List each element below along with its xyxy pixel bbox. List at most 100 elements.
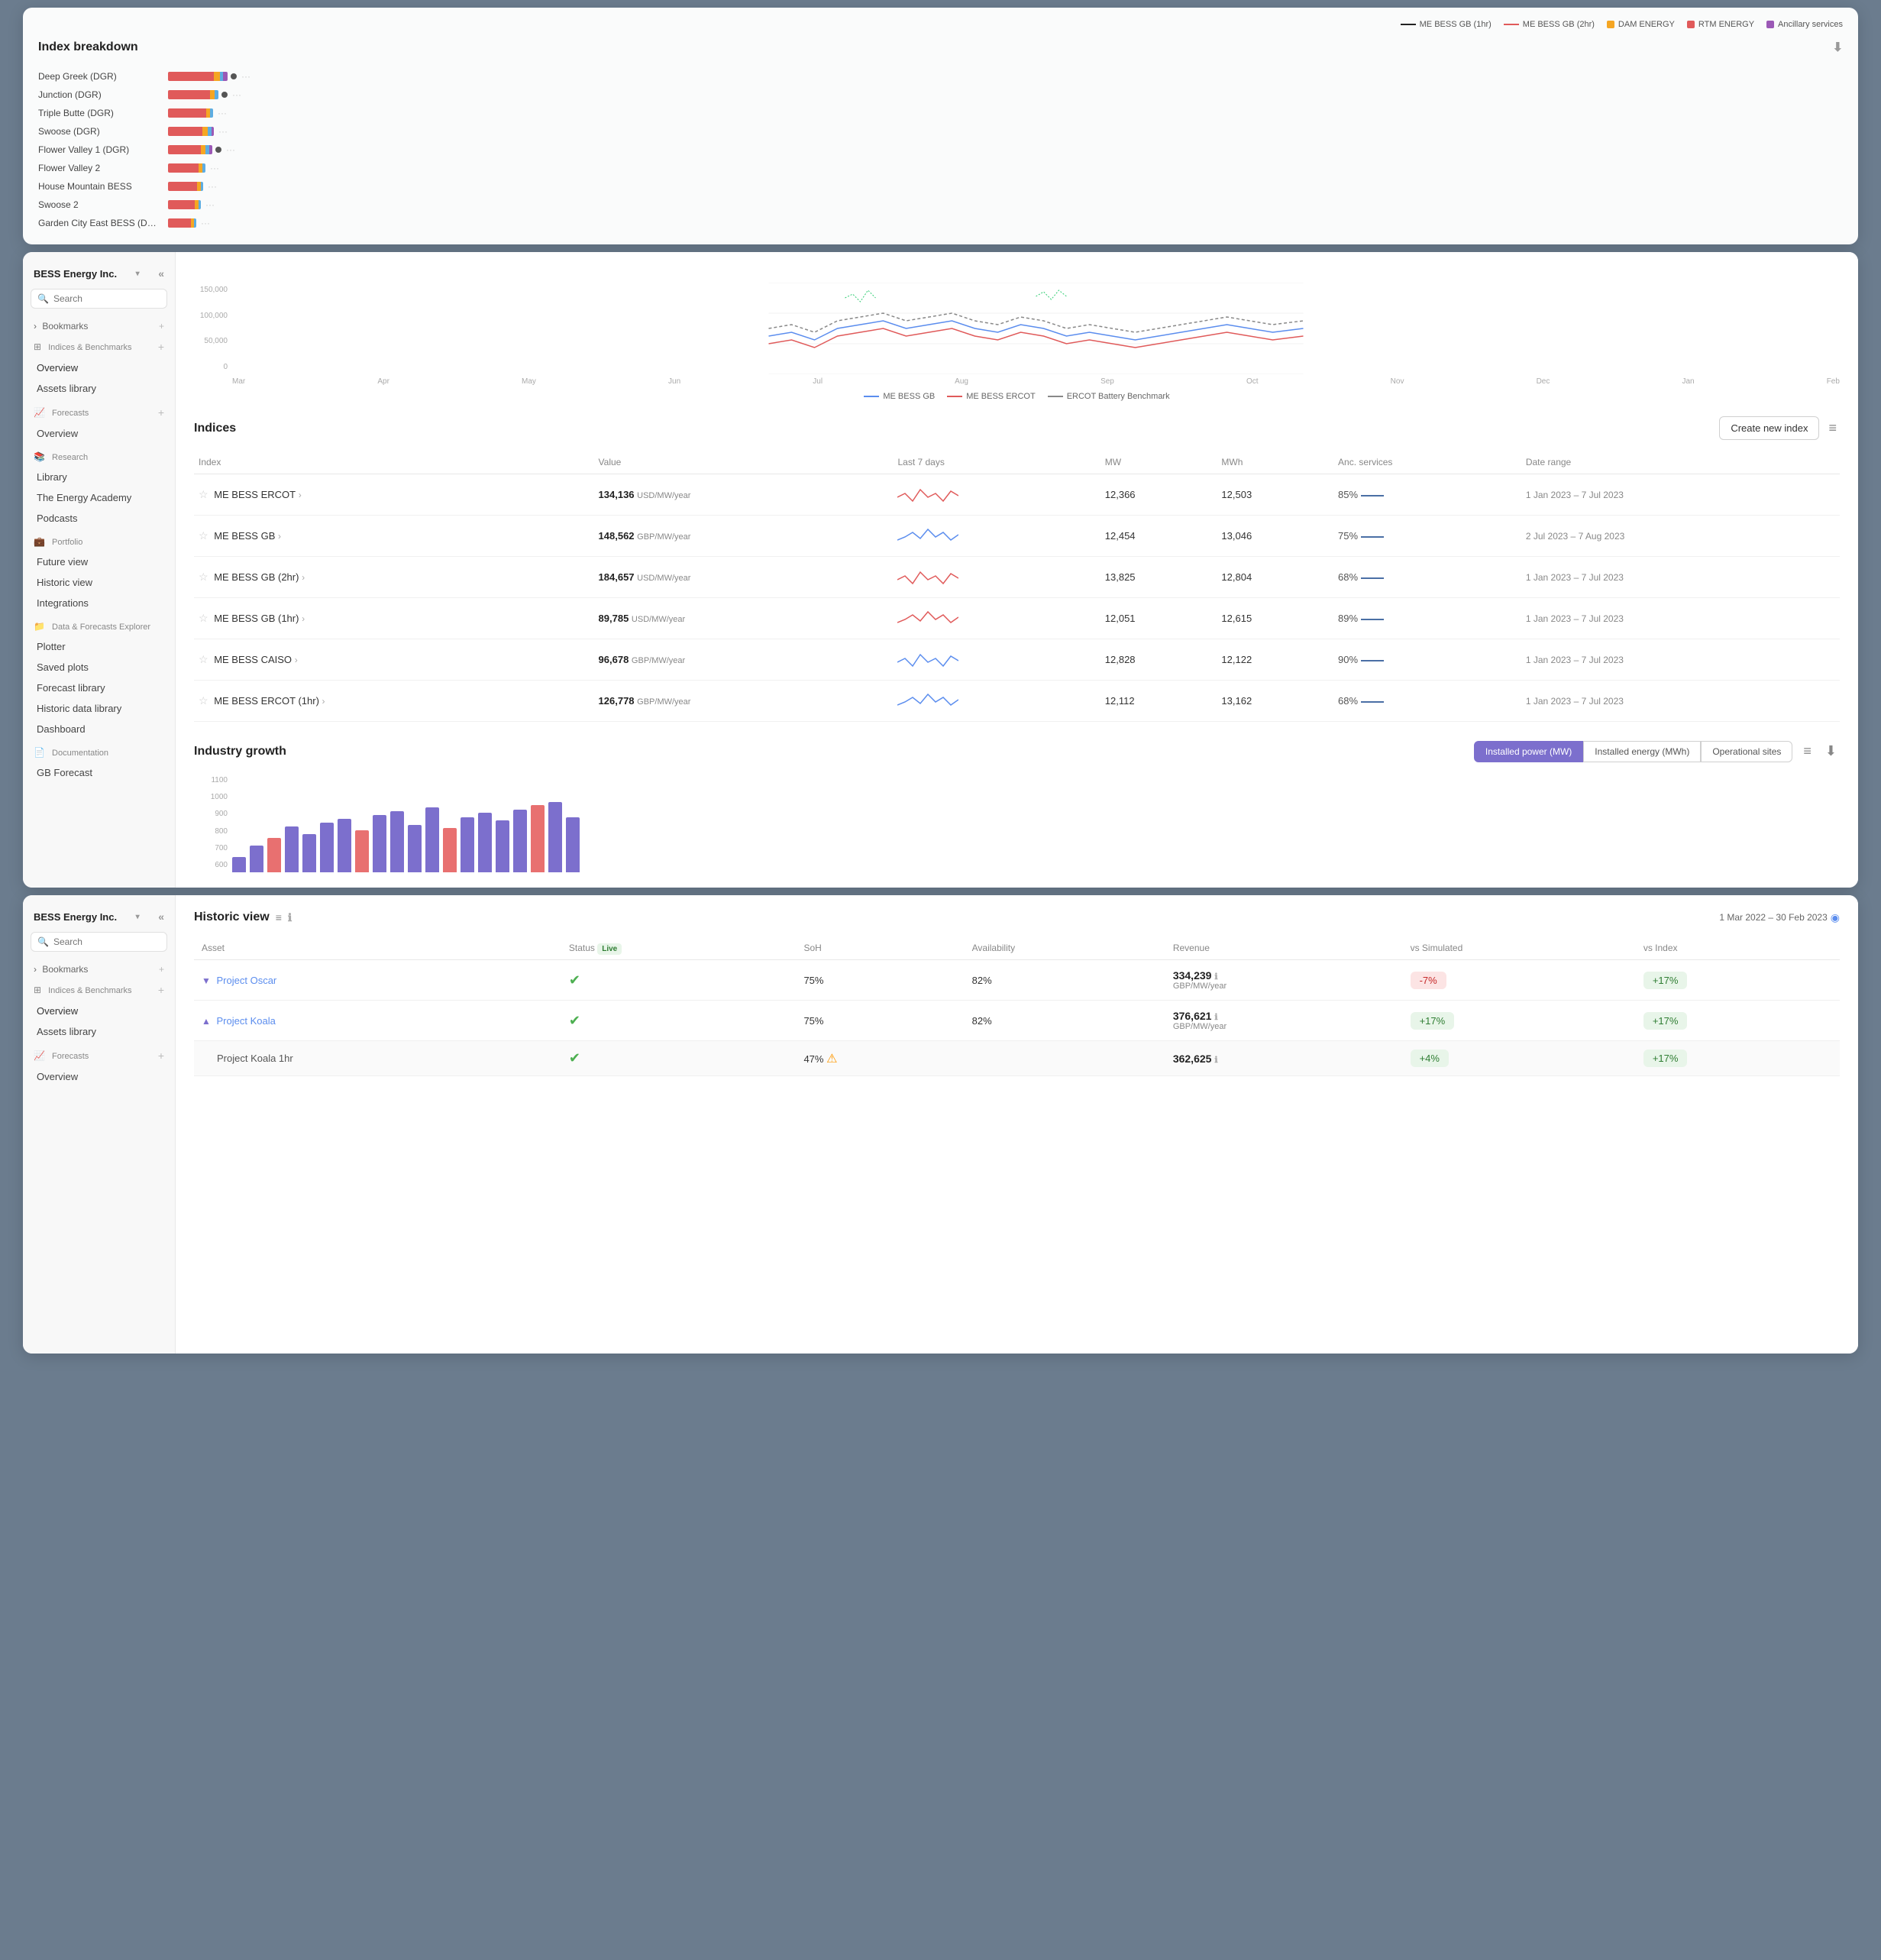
koala-project-link[interactable]: Project Koala <box>217 1015 276 1027</box>
indices-header-2[interactable]: ⊞ Indices & Benchmarks + <box>23 979 175 1001</box>
explorer-header-1[interactable]: 📁 Data & Forecasts Explorer <box>23 616 175 636</box>
search-input-2[interactable] <box>53 936 160 947</box>
collapse-btn-1[interactable]: « <box>158 267 164 280</box>
sidebar-item-forecast-library-1[interactable]: Forecast library <box>23 678 175 698</box>
star-icon-2[interactable]: ☆ <box>199 571 208 583</box>
add-indices-icon-1[interactable]: + <box>158 341 164 353</box>
koala1hr-vs-simulated: +4% <box>1403 1041 1636 1076</box>
idx-name-5: ☆ ME BESS ERCOT (1hr) › <box>194 681 594 722</box>
forecasts-header-1[interactable]: 📈 Forecasts + <box>23 402 175 423</box>
koala-status-check: ✔ <box>569 1013 580 1028</box>
sidebar-item-plotter-1[interactable]: Plotter <box>23 636 175 657</box>
legend-line-1 <box>1401 24 1416 25</box>
bookmarks-item-1[interactable]: › Bookmarks + <box>23 316 175 336</box>
sidebar-item-overview-forecasts-2[interactable]: Overview <box>23 1066 175 1087</box>
star-icon-5[interactable]: ☆ <box>199 694 208 707</box>
add-forecasts-icon-1[interactable]: + <box>158 406 164 419</box>
sidebar-item-library-1[interactable]: Library <box>23 467 175 487</box>
collapse-btn-2[interactable]: « <box>158 910 164 923</box>
docs-icon-1: 📄 <box>34 747 45 758</box>
date-range-expand-icon[interactable]: ◉ <box>1831 911 1840 924</box>
company-name-1[interactable]: BESS Energy Inc. ▾ « <box>23 261 175 289</box>
tab-installed-power[interactable]: Installed power (MW) <box>1474 741 1583 762</box>
bar-segment-6-2 <box>201 182 203 191</box>
bar-segment-8-0 <box>168 218 191 228</box>
breakdown-menu-6[interactable]: ··· <box>208 181 217 192</box>
sidebar-item-historic-data-1[interactable]: Historic data library <box>23 698 175 719</box>
koala-revenue: 376,621 ℹ GBP/MW/year <box>1165 1001 1403 1041</box>
sidebar-item-assets-library-1[interactable]: Assets library <box>23 378 175 399</box>
search-bar-1[interactable]: 🔍 <box>31 289 167 309</box>
breakdown-menu-5[interactable]: ··· <box>210 163 219 173</box>
filter-button[interactable]: ≡ <box>1825 417 1840 439</box>
breakdown-menu-1[interactable]: ··· <box>232 89 241 100</box>
sidebar-item-integrations-1[interactable]: Integrations <box>23 593 175 613</box>
breakdown-row-5: Flower Valley 2 ··· <box>38 159 1843 177</box>
portfolio-header-1[interactable]: 💼 Portfolio <box>23 532 175 551</box>
add-bookmark-icon-1[interactable]: + <box>159 321 164 332</box>
sidebar-item-historic-view-1[interactable]: Historic view <box>23 572 175 593</box>
oscar-expand-icon[interactable]: ▼ <box>202 975 211 986</box>
breakdown-menu-3[interactable]: ··· <box>218 126 228 137</box>
koala-soh: 75% <box>796 1001 964 1041</box>
sidebar-item-gb-forecast-1[interactable]: GB Forecast <box>23 762 175 783</box>
company-name-2[interactable]: BESS Energy Inc. ▾ « <box>23 904 175 932</box>
time-series-chart: 150,000 100,000 50,000 0 <box>194 283 1840 401</box>
tab-operational-sites[interactable]: Operational sites <box>1701 741 1792 762</box>
star-icon-3[interactable]: ☆ <box>199 612 208 624</box>
anc-line-0 <box>1361 495 1384 496</box>
breakdown-menu-4[interactable]: ··· <box>226 144 235 155</box>
docs-header-1[interactable]: 📄 Documentation <box>23 742 175 762</box>
sidebar-item-dashboard-1[interactable]: Dashboard <box>23 719 175 739</box>
research-header-1[interactable]: 📚 Research <box>23 447 175 467</box>
historic-settings-icon[interactable]: ≡ <box>276 911 282 923</box>
idx-chart-2 <box>893 557 1100 598</box>
growth-download-btn[interactable]: ⬇ <box>1822 740 1840 762</box>
breakdown-menu-2[interactable]: ··· <box>218 108 227 118</box>
oscar-project-link[interactable]: Project Oscar <box>217 975 277 986</box>
bookmarks-item-2[interactable]: › Bookmarks + <box>23 959 175 979</box>
sidebar-item-saved-plots-1[interactable]: Saved plots <box>23 657 175 678</box>
search-input-1[interactable] <box>53 293 160 304</box>
sidebar-item-assets-2[interactable]: Assets library <box>23 1021 175 1042</box>
breakdown-label-8: Garden City East BESS (DGR) <box>38 218 160 228</box>
growth-filter-btn[interactable]: ≡ <box>1800 740 1815 762</box>
breakdown-download-icon[interactable]: ⬇ <box>1833 40 1843 55</box>
search-bar-2[interactable]: 🔍 <box>31 932 167 952</box>
idx-daterange-3: 1 Jan 2023 – 7 Jul 2023 <box>1521 598 1840 639</box>
create-index-button[interactable]: Create new index <box>1719 416 1819 440</box>
breakdown-menu-8[interactable]: ··· <box>201 218 210 228</box>
bar-segment-2-2 <box>210 108 213 118</box>
indices-icon-2: ⊞ <box>34 985 41 995</box>
breakdown-label-5: Flower Valley 2 <box>38 163 160 173</box>
idx-daterange-4: 1 Jan 2023 – 7 Jul 2023 <box>1521 639 1840 681</box>
oscar-vs-sim-badge: -7% <box>1411 972 1446 989</box>
sidebar-section-forecasts-2: 📈 Forecasts + Overview <box>23 1045 175 1087</box>
historic-info-icon[interactable]: ℹ <box>288 911 292 924</box>
growth-bar-3 <box>285 826 299 872</box>
breakdown-menu-0[interactable]: ··· <box>241 71 250 82</box>
star-icon-1[interactable]: ☆ <box>199 529 208 542</box>
star-icon-0[interactable]: ☆ <box>199 488 208 500</box>
idx-anc-0: 85% <box>1333 474 1521 516</box>
star-icon-4[interactable]: ☆ <box>199 653 208 665</box>
indices-row-1: ☆ ME BESS GB › 148,562 GBP/MW/year 12,45… <box>194 516 1840 557</box>
sidebar-item-overview-indices-1[interactable]: Overview <box>23 357 175 378</box>
breakdown-menu-7[interactable]: ··· <box>205 199 215 210</box>
sidebar-item-podcasts-1[interactable]: Podcasts <box>23 508 175 529</box>
koala1hr-project-link[interactable]: Project Koala 1hr <box>217 1053 293 1064</box>
growth-bar-1 <box>250 846 263 872</box>
koala1hr-soh: 47% ⚠ <box>796 1041 964 1076</box>
add-indices-icon-2[interactable]: + <box>158 984 164 996</box>
sidebar-item-energy-academy-1[interactable]: The Energy Academy <box>23 487 175 508</box>
sidebar-item-overview-2[interactable]: Overview <box>23 1001 175 1021</box>
sidebar-item-future-view-1[interactable]: Future view <box>23 551 175 572</box>
sidebar-item-overview-forecasts-1[interactable]: Overview <box>23 423 175 444</box>
add-forecasts-icon-2[interactable]: + <box>158 1050 164 1062</box>
indices-header-1[interactable]: ⊞ Indices & Benchmarks + <box>23 336 175 357</box>
tab-installed-energy[interactable]: Installed energy (MWh) <box>1583 741 1701 762</box>
forecasts-header-2[interactable]: 📈 Forecasts + <box>23 1045 175 1066</box>
add-bookmark-icon-2[interactable]: + <box>159 964 164 975</box>
growth-bar-19 <box>566 817 580 872</box>
koala-expand-icon[interactable]: ▲ <box>202 1016 211 1027</box>
